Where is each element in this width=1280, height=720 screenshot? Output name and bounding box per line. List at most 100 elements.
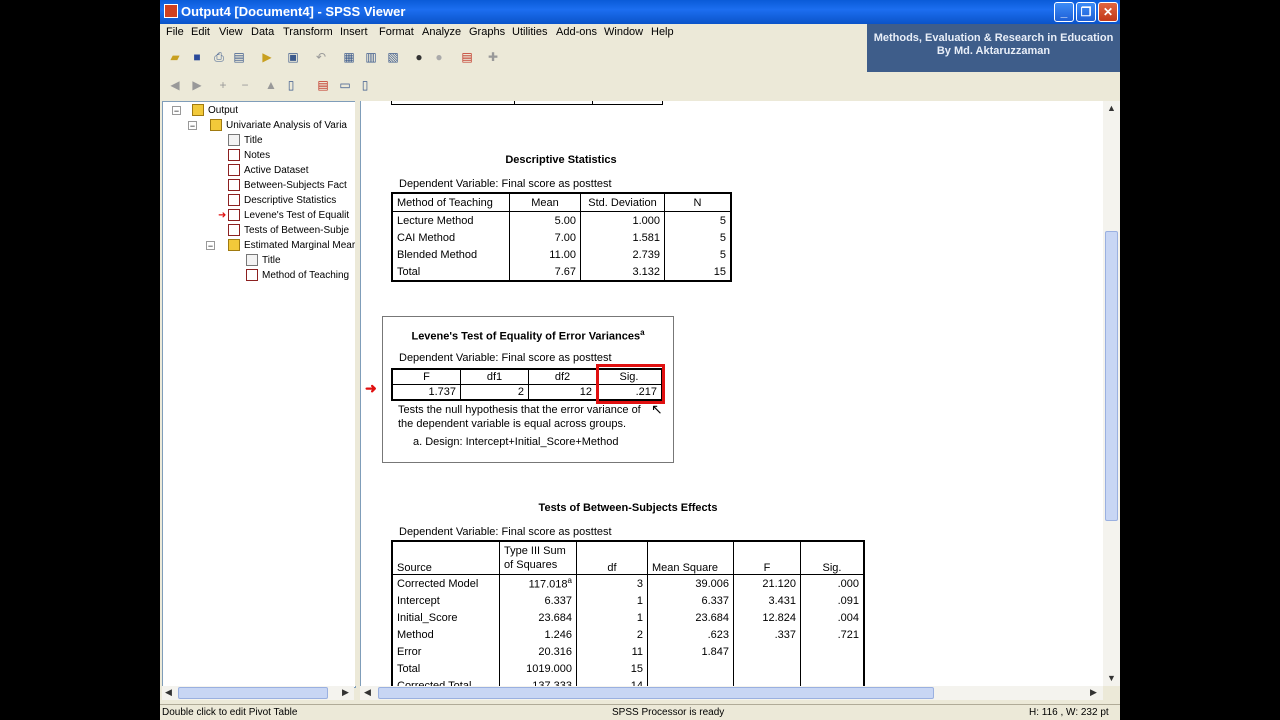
menu-graphs[interactable]: Graphs (469, 26, 505, 38)
toolbar: ▰ ■ ⎙ ▤ ▶ ▣ ↶ ▦ ▥ ▧ ● ● ▤ ✚ (160, 44, 865, 70)
book-icon (228, 239, 240, 252)
cell-sig (801, 643, 865, 660)
header-df: df (576, 541, 648, 575)
variables-icon[interactable]: ▧ (386, 50, 400, 64)
designate-window-icon[interactable]: ▤ (460, 50, 474, 64)
outline-scroll-thumb[interactable] (178, 687, 328, 699)
tree-item-notes[interactable]: Notes (228, 148, 270, 163)
scroll-right-icon[interactable]: ▶ (1090, 687, 1097, 698)
cell-ms: 23.684 (647, 609, 734, 626)
cell-mean: 11.00 (509, 246, 581, 263)
table-row: Corrected Total 137.333 14 (392, 677, 864, 686)
recall-dialog-icon[interactable]: ▣ (286, 50, 300, 64)
menu-window[interactable]: Window (604, 26, 643, 38)
tree-item-between-subjects-factors[interactable]: Between-Subjects Fact (228, 178, 347, 193)
insert-title-icon[interactable]: ▭ (338, 78, 352, 92)
tree-item-tests-between-subjects[interactable]: Tests of Between-Subje (228, 223, 349, 238)
show-icon[interactable]: ▲ (264, 78, 278, 92)
book-icon (192, 104, 204, 117)
menu-format[interactable]: Format (379, 26, 414, 38)
dimensions-status: H: 116 , W: 232 pt (1029, 707, 1109, 718)
menu-addons[interactable]: Add-ons (556, 26, 597, 38)
print-preview-icon[interactable]: ▤ (232, 50, 246, 64)
brand-banner: Methods, Evaluation & Research in Educat… (867, 24, 1120, 72)
cell-mean: 7.00 (509, 229, 581, 246)
tree-item-levene[interactable]: Levene's Test of Equalit (228, 208, 349, 223)
menu-file[interactable]: File (166, 26, 184, 38)
previous-table-remnant (391, 101, 663, 105)
levene-note-1: Tests the null hypothesis that the error… (398, 404, 641, 416)
collapse-output-toggle[interactable]: − (172, 106, 181, 116)
cell-df: 11 (576, 643, 648, 660)
collapse-univariate-toggle[interactable]: − (188, 121, 197, 131)
row-label: Corrected Model (392, 574, 500, 592)
between-subjects-table[interactable]: Source Type III Sum of Squares df Mean Sq… (391, 540, 865, 686)
tree-item-univariate[interactable]: Univariate Analysis of Varia (210, 118, 347, 133)
tree-item-emm-title[interactable]: Title (246, 253, 281, 268)
save-icon[interactable]: ■ (190, 50, 204, 64)
cell-f: .337 (733, 626, 801, 643)
cell-f (733, 677, 801, 686)
tree-item-active-dataset[interactable]: Active Dataset (228, 163, 308, 178)
insert-heading-icon[interactable]: ▤ (316, 78, 330, 92)
undo-icon[interactable]: ↶ (314, 50, 328, 64)
vertical-scroll-thumb[interactable] (1105, 231, 1118, 521)
row-label: Intercept (392, 592, 500, 609)
select-cases-icon[interactable]: ● (432, 50, 446, 64)
minimize-button[interactable]: _ (1054, 2, 1074, 22)
header-df1: df1 (460, 369, 529, 385)
scroll-left-icon[interactable]: ◀ (364, 687, 371, 698)
scroll-left-icon[interactable]: ◀ (165, 687, 172, 698)
menu-utilities[interactable]: Utilities (512, 26, 547, 38)
find-icon[interactable]: ● (412, 50, 426, 64)
tree-item-method-of-teaching[interactable]: Method of Teaching (246, 268, 349, 283)
close-button[interactable]: ✕ (1098, 2, 1118, 22)
tree-item-estimated-marginal-means[interactable]: Estimated Marginal Mear (228, 238, 355, 253)
collapse-emm-toggle[interactable]: − (206, 241, 215, 251)
menu-edit[interactable]: Edit (191, 26, 210, 38)
cell-f (733, 643, 801, 660)
descriptive-statistics-table[interactable]: Method of Teaching Mean Std. Deviation N… (391, 192, 732, 282)
goto-case-icon[interactable]: ▥ (364, 50, 378, 64)
collapse-icon[interactable]: − (238, 78, 252, 92)
insert-text-icon[interactable]: ▯ (358, 78, 372, 92)
menu-transform[interactable]: Transform (283, 26, 333, 38)
menu-analyze[interactable]: Analyze (422, 26, 461, 38)
cell-sig (801, 677, 865, 686)
demote-icon[interactable]: ▶ (190, 78, 204, 92)
row-label: Total (392, 660, 500, 677)
cell-f (733, 660, 801, 677)
hide-icon[interactable]: ▯ (284, 78, 298, 92)
table-row: Error 20.316 11 1.847 (392, 643, 864, 660)
cell-ms: 1.847 (647, 643, 734, 660)
cell-f: 1.737 (392, 384, 461, 400)
menu-insert[interactable]: Insert (340, 26, 368, 38)
open-folder-icon[interactable]: ▰ (168, 50, 182, 64)
outline-horizontal-scrollbar[interactable]: ◀ ▶ (162, 686, 354, 700)
scroll-up-icon[interactable]: ▲ (1107, 103, 1116, 113)
header-method: Method of Teaching (392, 193, 510, 212)
tree-item-title[interactable]: Title (228, 133, 263, 148)
maximize-button[interactable]: ❐ (1076, 2, 1096, 22)
add-icon[interactable]: ✚ (486, 50, 500, 64)
tree-item-descriptive-statistics[interactable]: Descriptive Statistics (228, 193, 336, 208)
export-icon[interactable]: ▶ (260, 50, 274, 64)
expand-icon[interactable]: + (216, 78, 230, 92)
goto-data-icon[interactable]: ▦ (342, 50, 356, 64)
content-horizontal-scrollbar[interactable]: ◀ ▶ (360, 686, 1103, 700)
scroll-right-icon[interactable]: ▶ (342, 687, 349, 698)
vertical-scrollbar[interactable]: ▲ ▼ (1103, 101, 1120, 686)
table-icon (228, 149, 240, 162)
tree-item-output[interactable]: Output (192, 103, 238, 118)
promote-icon[interactable]: ◀ (168, 78, 182, 92)
menu-data[interactable]: Data (251, 26, 274, 38)
cell-df1: 2 (460, 384, 529, 400)
cell-std: 1.581 (580, 229, 665, 246)
scroll-down-icon[interactable]: ▼ (1107, 673, 1116, 683)
cell-ss: 6.337 (499, 592, 577, 609)
header-f: F (733, 541, 801, 575)
menu-help[interactable]: Help (651, 26, 674, 38)
content-scroll-thumb[interactable] (378, 687, 934, 699)
print-icon[interactable]: ⎙ (212, 50, 226, 64)
menu-view[interactable]: View (219, 26, 243, 38)
